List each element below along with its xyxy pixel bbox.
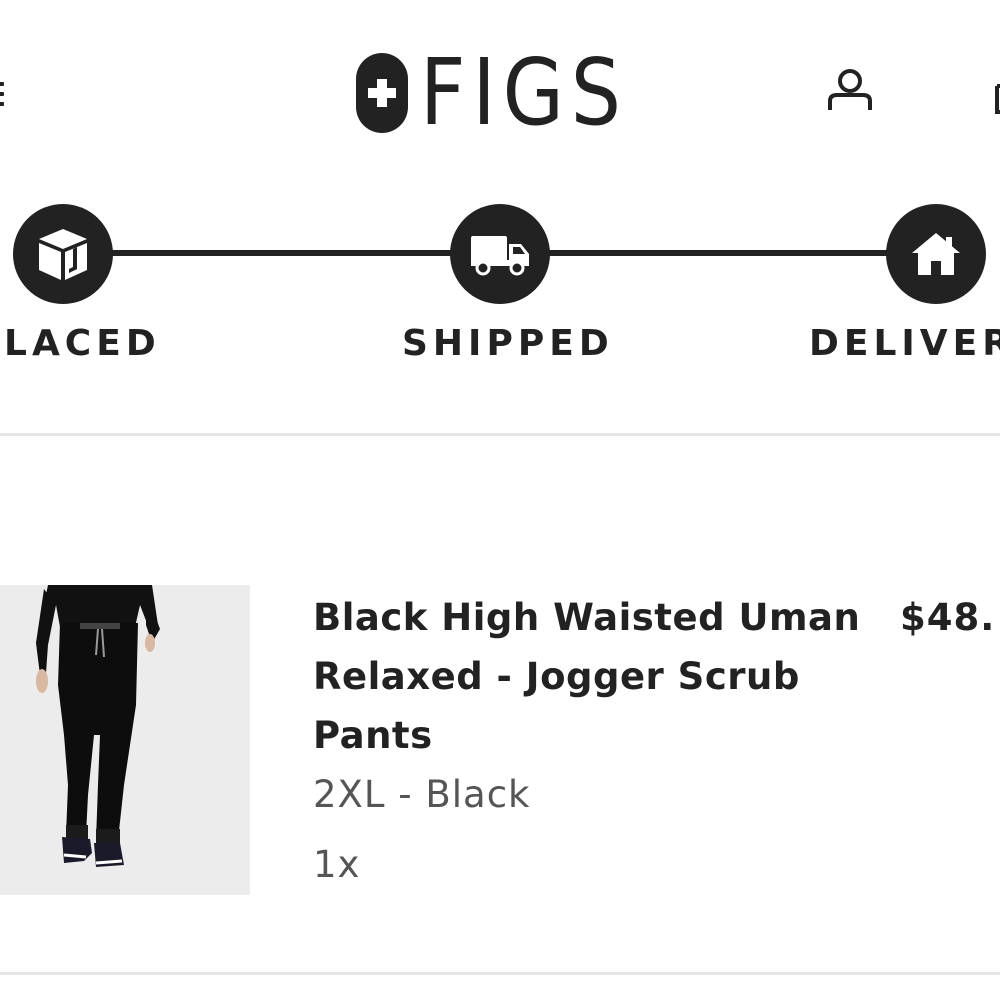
step-shipped-circle (450, 204, 550, 304)
product-name[interactable]: Black High Waisted Uman Relaxed - Jogger… (313, 588, 873, 765)
step-placed-circle (13, 204, 113, 304)
step-label-shipped: SHIPPED (402, 323, 614, 364)
step-label-delivered: DELIVER (809, 323, 1000, 364)
black-jogger-scrub-pants-photo (0, 585, 250, 895)
delivery-truck-icon (471, 236, 529, 276)
product-variant: 2XL - Black (313, 773, 531, 816)
package-box-icon (39, 229, 87, 280)
section-divider (0, 433, 1000, 436)
step-delivered-circle (886, 204, 986, 304)
brand-name: FIGS (420, 39, 628, 146)
product-quantity: 1x (313, 843, 361, 886)
hamburger-menu-icon[interactable] (0, 80, 6, 110)
section-divider-bottom (0, 972, 1000, 975)
shopping-bag-icon[interactable] (994, 80, 1000, 116)
user-account-icon[interactable] (826, 68, 874, 114)
product-image[interactable] (0, 585, 250, 895)
brand-logo[interactable]: FIGS (356, 39, 662, 146)
house-icon (912, 233, 960, 275)
product-price: $48. (900, 596, 996, 639)
step-label-placed: LACED (4, 323, 161, 364)
plus-icon (356, 53, 408, 133)
